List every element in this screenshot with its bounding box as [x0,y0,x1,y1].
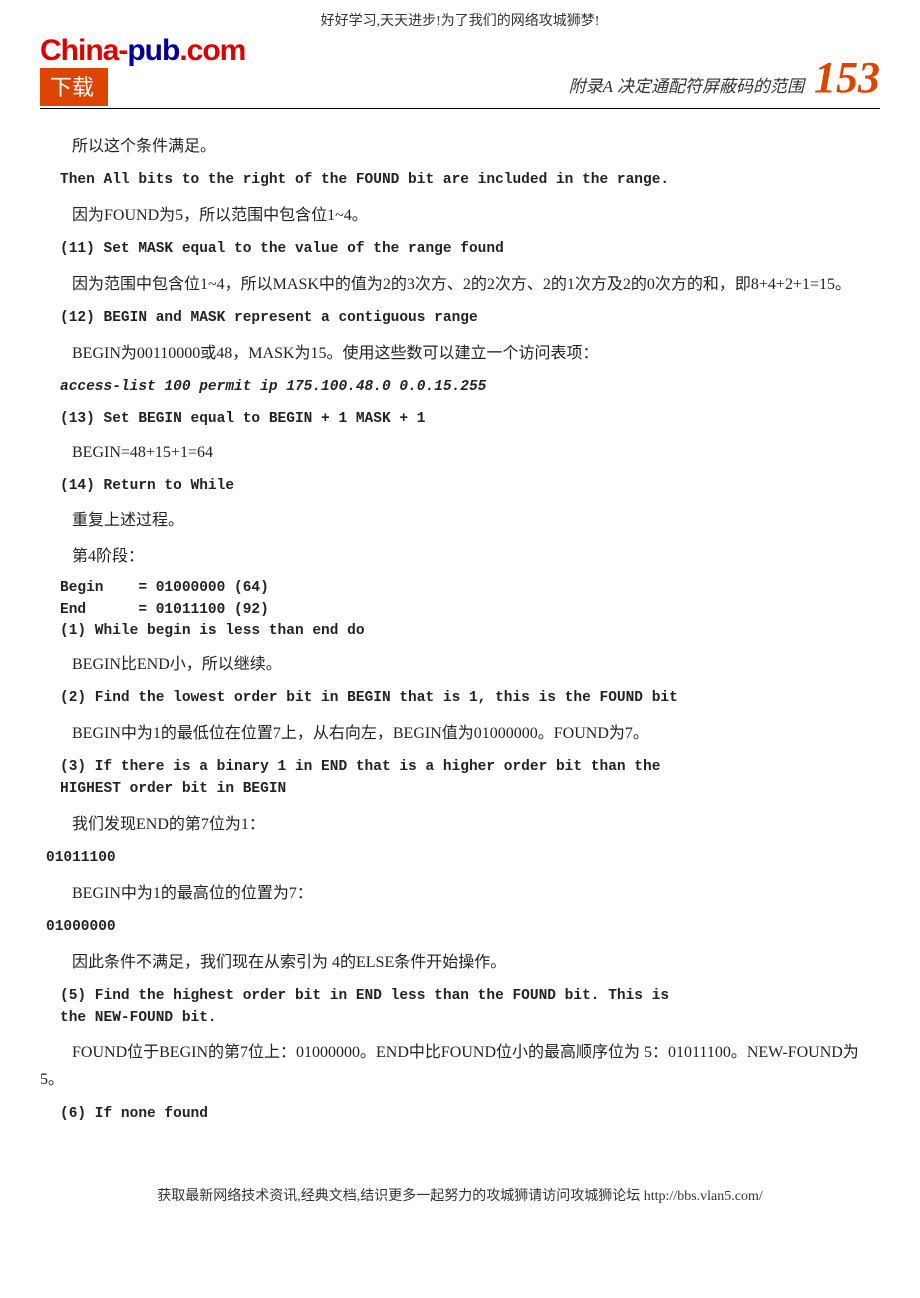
appendix-title: 附录A 决定通配符屏蔽码的范围 [569,72,804,97]
paragraph: 重复上述过程。 [40,507,880,534]
paragraph: BEGIN中为1的最低位在位置7上，从右向左，BEGIN值为01000000。F… [40,720,880,747]
code-line: 01000000 [46,917,880,939]
code-line: (14) Return to While [60,476,880,498]
paragraph: BEGIN比END小，所以继续。 [40,651,880,678]
paragraph: 因为范围中包含位1~4，所以MASK中的值为2的3次方、2的2次方、2的1次方及… [40,271,880,298]
code-line: 01011100 [46,848,880,870]
top-slogan: 好好学习,天天进步!为了我们的网络攻城狮梦! [40,0,880,36]
paragraph: FOUND位于BEGIN的第7位上：01000000。END中比FOUND位小的… [40,1039,880,1093]
page-number: 153 [814,56,880,100]
paragraph: BEGIN=48+15+1=64 [40,439,880,466]
download-badge: 下载 [40,68,108,106]
page-footer: 获取最新网络技术资讯,经典文档,结识更多一起努力的攻城狮请访问攻城狮论坛 htt… [40,1185,880,1205]
page-container: 好好学习,天天进步!为了我们的网络攻城狮梦! China-pub.com 下载 … [0,0,920,1245]
code-line: (2) Find the lowest order bit in BEGIN t… [60,688,880,710]
logo-part3: .com [179,34,245,67]
paragraph: 因为FOUND为5，所以范围中包含位1~4。 [40,202,880,229]
paragraph: BEGIN为00110000或48，MASK为15。使用这些数可以建立一个访问表… [40,340,880,367]
paragraph: 我们发现END的第7位为1： [40,811,880,838]
code-line: (12) BEGIN and MASK represent a contiguo… [60,308,880,330]
paragraph: 因此条件不满足，我们现在从索引为 4的ELSE条件开始操作。 [40,949,880,976]
page-header: China-pub.com 下载 附录A 决定通配符屏蔽码的范围 153 [40,36,880,109]
code-block: (5) Find the highest order bit in END le… [60,986,880,1030]
paragraph: BEGIN中为1的最高位的位置为7： [40,880,880,907]
code-block: (3) If there is a binary 1 in END that i… [60,757,880,801]
code-line: access-list 100 permit ip 175.100.48.0 0… [60,377,880,399]
header-right: 附录A 决定通配符屏蔽码的范围 153 [569,56,880,106]
logo-part2: pub [127,34,179,67]
code-line: (11) Set MASK equal to the value of the … [60,239,880,261]
code-line: Then All bits to the right of the FOUND … [60,170,880,192]
code-block: Begin = 01000000 (64) End = 01011100 (92… [60,578,880,643]
paragraph: 第4阶段： [40,543,880,570]
logo-part1: China- [40,34,127,67]
paragraph: 所以这个条件满足。 [40,133,880,160]
code-line: (6) If none found [60,1104,880,1126]
logo-text: China-pub.com [40,36,245,66]
code-line: (13) Set BEGIN equal to BEGIN + 1 MASK +… [60,409,880,431]
site-logo: China-pub.com 下载 [40,36,245,106]
